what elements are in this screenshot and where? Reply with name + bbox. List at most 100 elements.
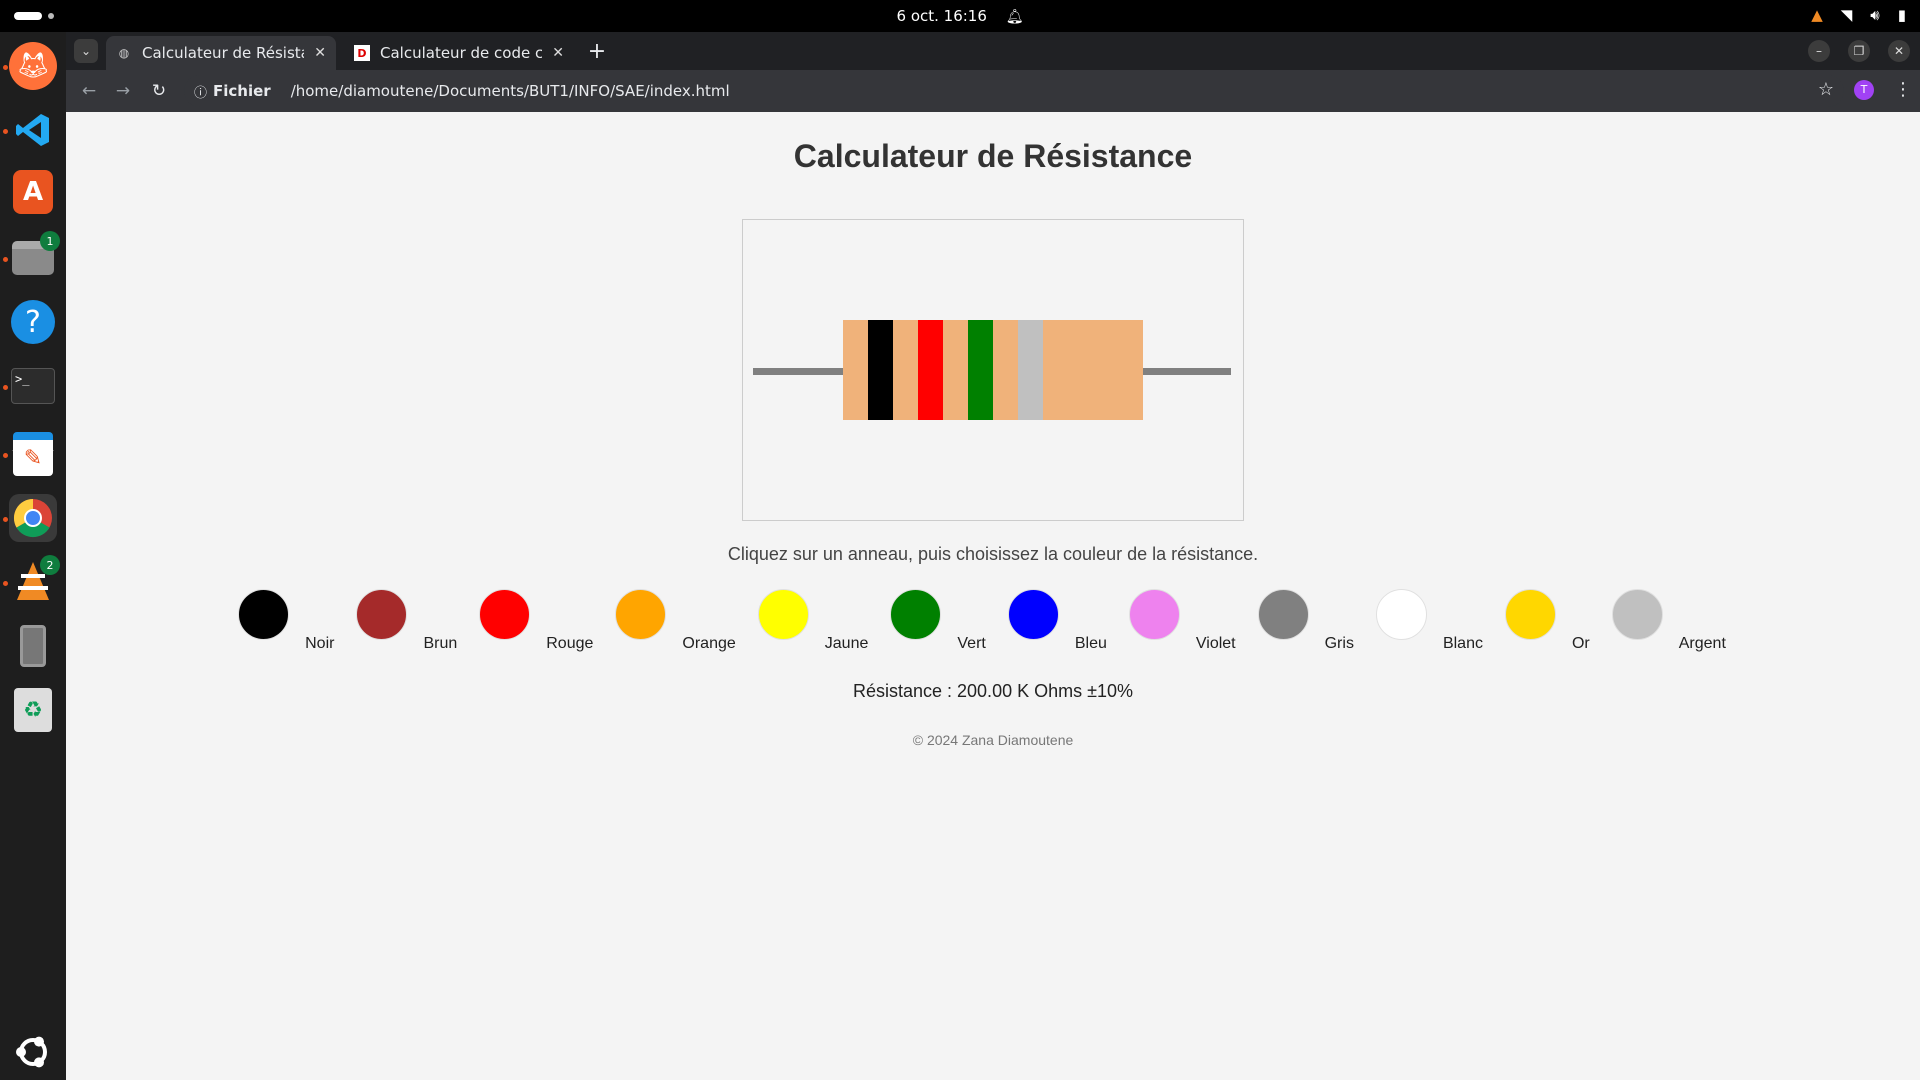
tab-calculateur-code-couleur[interactable]: D Calculateur de code couleur ✕ bbox=[344, 36, 574, 70]
text-editor-launcher[interactable]: ✎ bbox=[9, 430, 57, 478]
clock-text: 6 oct. 16:16 bbox=[896, 7, 987, 25]
files-launcher[interactable]: 1 bbox=[9, 231, 60, 282]
info-icon[interactable]: ⓘ bbox=[194, 82, 207, 101]
arrow-left-icon: ← bbox=[81, 81, 97, 101]
color-option-brun[interactable]: Brun bbox=[356, 589, 479, 653]
globe-icon: ◍ bbox=[118, 46, 130, 60]
vscode-launcher[interactable] bbox=[9, 106, 57, 154]
color-option-violet[interactable]: Violet bbox=[1128, 589, 1258, 653]
vlc-launcher[interactable]: 2 bbox=[9, 555, 60, 606]
color-label: Noir bbox=[305, 635, 335, 652]
running-indicator bbox=[3, 65, 8, 70]
color-label: Rouge bbox=[546, 635, 594, 652]
back-button[interactable]: ← bbox=[78, 80, 100, 102]
terminal-launcher[interactable]: >_ bbox=[9, 362, 57, 410]
window-controls: – ❐ ✕ bbox=[1808, 40, 1910, 62]
wifi-icon[interactable]: ◥ bbox=[1841, 6, 1853, 24]
color-option-orange[interactable]: Orange bbox=[615, 589, 757, 653]
close-window-button[interactable]: ✕ bbox=[1888, 40, 1910, 62]
color-label: Vert bbox=[957, 635, 986, 652]
color-label: Brun bbox=[423, 635, 458, 652]
resistor-band-4[interactable] bbox=[1018, 320, 1043, 420]
color-swatch[interactable] bbox=[890, 589, 942, 640]
color-swatch[interactable] bbox=[615, 589, 667, 640]
terminal-icon: >_ bbox=[11, 368, 55, 404]
chrome-icon bbox=[13, 498, 52, 538]
tab-search-button[interactable]: ⌄ bbox=[74, 39, 98, 63]
tab-strip: ⌄ ◍ Calculateur de Résistance ✕ D Calcul… bbox=[66, 32, 1920, 70]
volume-icon[interactable]: 🔊︎ bbox=[1870, 6, 1879, 24]
close-tab-icon[interactable]: ✕ bbox=[552, 45, 564, 61]
firefox-launcher[interactable]: 🦊︎ bbox=[9, 42, 57, 90]
dock: 🦊︎ A 1 ? >_ ✎ 2 ♻ bbox=[0, 32, 66, 1080]
color-swatch[interactable] bbox=[1128, 589, 1180, 640]
more-menu-icon[interactable]: ⋮ bbox=[1894, 79, 1912, 100]
color-option-vert[interactable]: Vert bbox=[890, 589, 1007, 653]
tab-calculateur-resistance[interactable]: ◍ Calculateur de Résistance ✕ bbox=[106, 36, 336, 70]
system-top-bar: 6 oct. 16:16 🔔︎ ▲ ◥ 🔊︎ ▮ bbox=[0, 0, 1920, 32]
help-launcher[interactable]: ? bbox=[9, 298, 57, 346]
color-swatch[interactable] bbox=[1257, 589, 1309, 640]
color-label: Argent bbox=[1678, 635, 1726, 652]
color-swatch[interactable] bbox=[238, 589, 290, 640]
new-tab-button[interactable]: + bbox=[584, 38, 610, 64]
color-option-rouge[interactable]: Rouge bbox=[479, 589, 615, 653]
clock[interactable]: 6 oct. 16:16 🔔︎ bbox=[0, 7, 1920, 25]
color-label: Or bbox=[1571, 635, 1590, 652]
trash-icon: ♻ bbox=[14, 688, 52, 732]
color-swatch[interactable] bbox=[1007, 589, 1059, 640]
notification-bell-icon: 🔔︎ bbox=[1005, 9, 1024, 25]
system-tray[interactable]: ▲ ◥ 🔊︎ ▮ bbox=[1811, 6, 1906, 24]
resistor-band-3[interactable] bbox=[968, 320, 993, 420]
color-label: Orange bbox=[682, 635, 736, 652]
close-tab-icon[interactable]: ✕ bbox=[314, 45, 326, 61]
running-indicator bbox=[3, 129, 8, 134]
color-option-noir[interactable]: Noir bbox=[238, 589, 356, 653]
color-swatch[interactable] bbox=[1611, 589, 1663, 640]
profile-avatar[interactable]: T bbox=[1854, 79, 1874, 100]
running-indicator bbox=[3, 257, 8, 262]
resistor-canvas[interactable] bbox=[742, 219, 1244, 521]
toolbar-right: ☆ T ⋮ bbox=[1818, 79, 1912, 100]
chrome-launcher[interactable] bbox=[9, 494, 57, 542]
address-bar[interactable]: ⓘ Fichier /home/diamoutene/Documents/BUT… bbox=[184, 75, 1844, 107]
color-option-bleu[interactable]: Bleu bbox=[1007, 589, 1129, 653]
color-swatch[interactable] bbox=[757, 589, 809, 640]
resistor-band-1[interactable] bbox=[868, 320, 893, 420]
running-indicator bbox=[3, 517, 8, 522]
color-option-blanc[interactable]: Blanc bbox=[1375, 589, 1505, 653]
color-palette: Noir Brun Rouge Orange Jaune Vert Bleu Violet Gr… bbox=[66, 589, 1920, 653]
page-footer: © 2024 Zana Diamoutene bbox=[912, 732, 1074, 748]
notification-badge: 2 bbox=[40, 555, 60, 575]
instruction-text: Cliquez sur un anneau, puis choisissez l… bbox=[727, 544, 1259, 564]
browser-toolbar: ← → ↻ ⓘ Fichier /home/diamoutene/Documen… bbox=[66, 70, 1920, 112]
maximize-button[interactable]: ❐ bbox=[1848, 40, 1870, 62]
color-label: Violet bbox=[1195, 635, 1236, 652]
bookmark-star-icon[interactable]: ☆ bbox=[1818, 79, 1834, 100]
color-option-jaune[interactable]: Jaune bbox=[757, 589, 891, 653]
show-apps-button[interactable] bbox=[9, 1028, 57, 1076]
resistor-lead-right bbox=[1141, 368, 1231, 375]
vlc-tray-icon[interactable]: ▲ bbox=[1811, 6, 1823, 24]
battery-icon[interactable]: ▮ bbox=[1898, 6, 1906, 24]
running-indicator bbox=[3, 385, 8, 390]
color-option-argent[interactable]: Argent bbox=[1611, 589, 1748, 653]
trash-launcher[interactable]: ♻ bbox=[9, 686, 57, 734]
color-label: Blanc bbox=[1442, 635, 1483, 652]
running-indicator bbox=[3, 453, 8, 458]
color-option-gris[interactable]: Gris bbox=[1257, 589, 1376, 653]
color-swatch[interactable] bbox=[356, 589, 408, 640]
notification-badge: 1 bbox=[40, 231, 60, 251]
resistor-body bbox=[843, 320, 1143, 420]
device-launcher[interactable] bbox=[9, 622, 57, 670]
app-center-launcher[interactable]: A bbox=[13, 170, 53, 214]
color-swatch[interactable] bbox=[1375, 589, 1427, 640]
color-swatch[interactable] bbox=[479, 589, 531, 640]
minimize-button[interactable]: – bbox=[1808, 40, 1830, 62]
color-option-or[interactable]: Or bbox=[1504, 589, 1612, 653]
color-swatch[interactable] bbox=[1504, 589, 1556, 640]
resistor-band-2[interactable] bbox=[918, 320, 943, 420]
color-label: Gris bbox=[1324, 635, 1354, 652]
forward-button[interactable]: → bbox=[112, 80, 134, 102]
reload-button[interactable]: ↻ bbox=[148, 80, 170, 102]
